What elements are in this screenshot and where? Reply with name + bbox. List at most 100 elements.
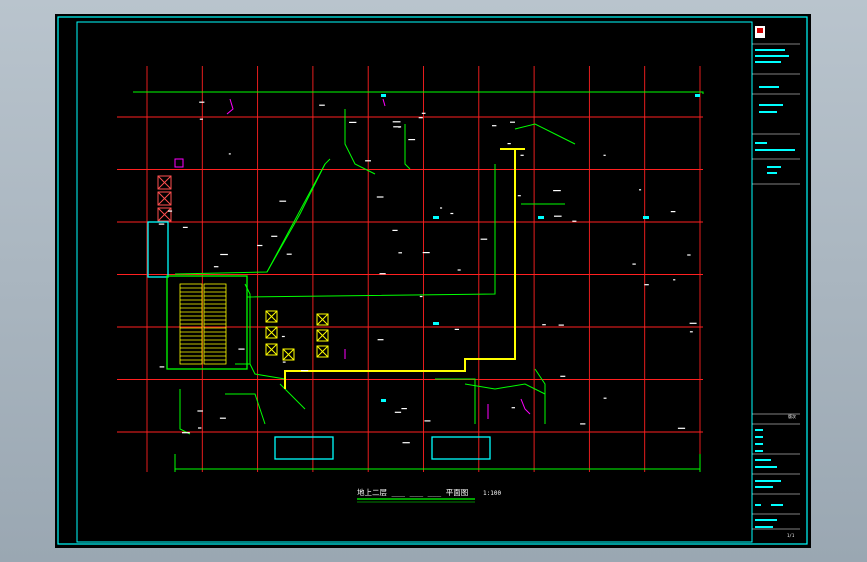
annotation-mark <box>644 284 649 286</box>
annotation-mark <box>554 215 562 217</box>
annotation-mark <box>319 104 325 106</box>
annotation-mark <box>560 375 566 377</box>
title-block-text-mark <box>771 504 783 506</box>
annotation-mark <box>394 411 402 413</box>
equipment-box <box>316 345 329 358</box>
title-block: 版次 1/1 <box>751 22 800 542</box>
floor-plan-canvas: 地上二层 ___ ___ ___ 平面图 1:100 版次 1/1 <box>57 16 808 545</box>
column-markers <box>381 94 700 402</box>
drawing-scale: 1:100 <box>483 490 501 497</box>
annotation-mark <box>197 410 203 412</box>
equipment-box <box>282 348 295 361</box>
annotation-mark <box>392 229 398 231</box>
annotation-mark <box>419 295 423 298</box>
title-block-text-mark <box>755 504 761 506</box>
annotation-mark <box>349 121 357 123</box>
title-block-text-mark <box>755 450 763 452</box>
room-block-left <box>274 436 334 460</box>
annotation-mark <box>511 407 515 409</box>
annotation-mark <box>282 361 286 363</box>
title-block-text-mark <box>755 55 789 57</box>
annotation-mark <box>365 160 371 162</box>
annotation-mark <box>198 427 202 429</box>
title-block-text-mark <box>767 166 781 168</box>
annotation-mark <box>450 212 454 215</box>
annotation-mark <box>213 266 219 268</box>
annotation-mark <box>603 154 606 156</box>
annotation-mark <box>228 153 231 155</box>
annotation-mark <box>281 335 285 338</box>
annotation-mark <box>520 154 524 156</box>
annotation-mark <box>418 117 423 119</box>
annotation-mark <box>632 263 636 265</box>
title-block-text-mark <box>767 172 777 174</box>
fire-unit-box <box>157 191 172 206</box>
fire-units <box>157 175 172 222</box>
annotation-mark <box>220 253 228 256</box>
drawing-frame <box>76 21 753 543</box>
axis-grid <box>117 66 703 472</box>
annotation-mark <box>199 101 205 103</box>
annotation-mark <box>510 121 515 123</box>
title-block-text-mark <box>755 429 763 431</box>
annotation-mark <box>480 238 488 240</box>
title-block-text-mark <box>755 149 795 151</box>
stair-core <box>166 275 248 370</box>
annotation-mark <box>402 442 410 444</box>
annotation-mark <box>677 427 686 429</box>
annotation-mark <box>639 189 642 191</box>
annotation-mark <box>158 223 165 225</box>
annotation-mark <box>392 121 401 123</box>
building-outline <box>133 91 704 472</box>
equipment-box <box>265 326 278 339</box>
title-block-text-mark <box>755 480 781 482</box>
annotation-mark <box>673 279 676 281</box>
annotation-mark <box>492 125 497 127</box>
annotation-mark <box>271 235 278 237</box>
title-block-text-mark <box>759 86 779 88</box>
annotation-mark <box>199 118 203 120</box>
fire-unit-box <box>157 175 172 190</box>
cad-drawing-sheet: 地上二层 ___ ___ ___ 平面图 1:100 版次 1/1 <box>55 14 811 548</box>
annotation-mark <box>507 143 511 145</box>
stair-hatch <box>179 283 227 365</box>
annotation-mark <box>687 254 691 256</box>
title-block-text-mark <box>755 142 767 144</box>
annotation-mark <box>422 252 430 254</box>
equipment-units <box>265 310 329 361</box>
title-block-text-mark <box>755 486 773 488</box>
annotation-mark <box>553 190 561 192</box>
annotation-mark <box>401 408 407 410</box>
shaft-block <box>147 221 169 278</box>
annotation-mark <box>286 253 292 255</box>
annotation-mark <box>301 370 309 372</box>
annotation-mark <box>424 420 431 422</box>
title-block-text-mark <box>755 49 785 51</box>
annotation-mark <box>182 432 190 434</box>
annotation-mark <box>168 210 173 212</box>
annotation-mark <box>159 366 165 368</box>
title-block-text-mark <box>755 526 773 528</box>
annotation-mark <box>219 417 226 419</box>
revision-header: 版次 <box>788 413 796 419</box>
annotation-mark <box>398 252 402 254</box>
equipment-box <box>265 310 278 323</box>
annotation-mark <box>689 331 693 333</box>
annotation-mark <box>457 269 461 271</box>
annotation-mark <box>393 126 402 128</box>
title-block-text-mark <box>755 459 771 461</box>
annotation-mark <box>279 200 287 202</box>
sheet-number: 1/1 <box>787 533 795 538</box>
title-block-text-mark <box>755 436 763 438</box>
annotation-mark <box>440 207 443 209</box>
annotation-mark <box>689 322 697 324</box>
fire-unit-box <box>157 207 172 222</box>
title-block-text-mark <box>759 111 777 113</box>
drawing-title-group: 地上二层 ___ ___ ___ 平面图 1:100 <box>357 487 501 503</box>
annotation-mark <box>379 273 386 275</box>
equipment-box <box>265 343 278 356</box>
annotation-mark <box>670 211 676 213</box>
title-block-text-mark <box>759 104 783 106</box>
annotation-mark <box>454 328 459 330</box>
annotation-mark <box>257 244 263 247</box>
